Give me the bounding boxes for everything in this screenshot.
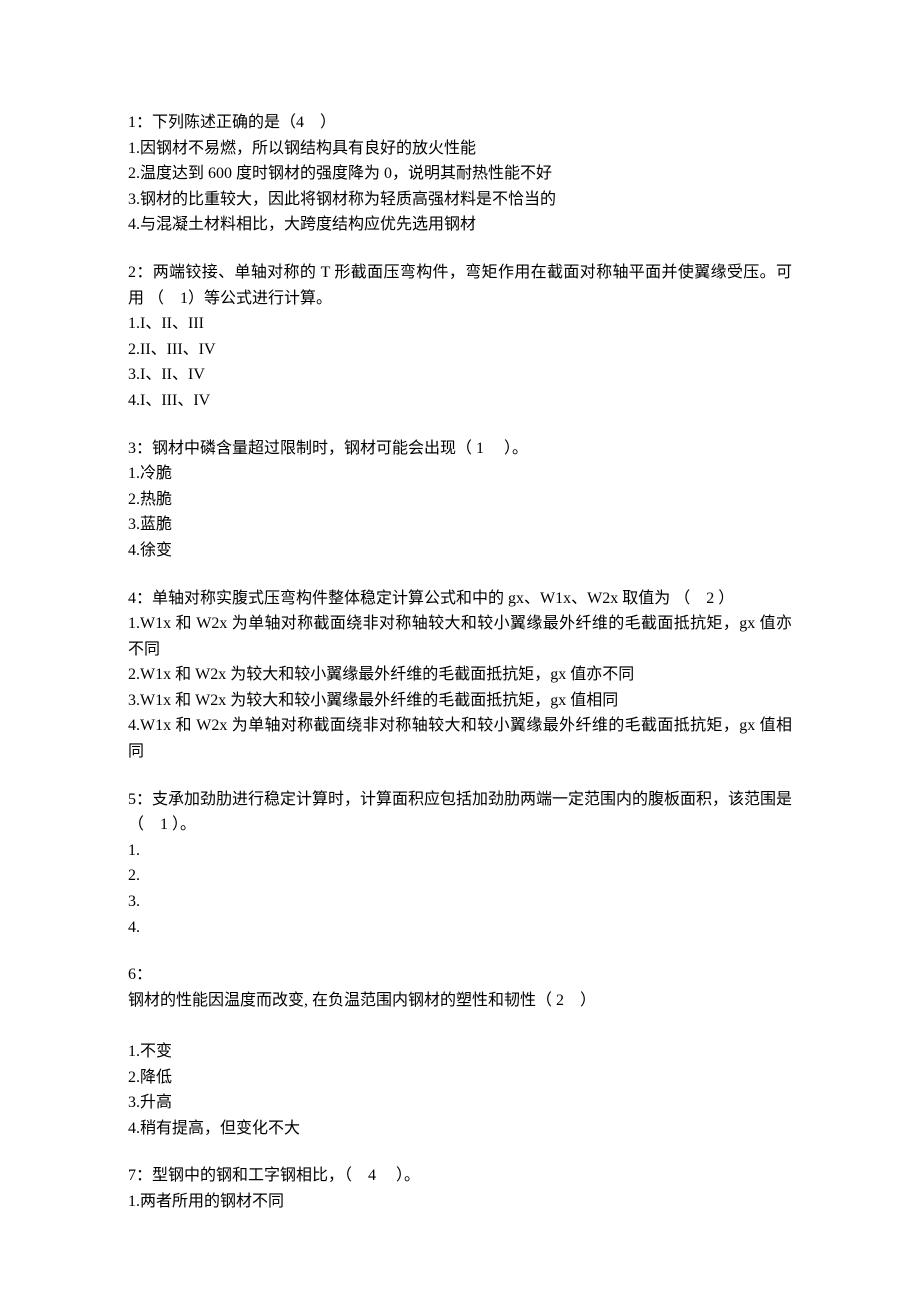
question-option: 4.与混凝土材料相比，大跨度结构应优先选用钢材 bbox=[128, 212, 792, 238]
question-option: 4.稍有提高，但变化不大 bbox=[128, 1116, 792, 1142]
question-option: 1. bbox=[128, 838, 792, 864]
question-stem: 4：单轴对称实腹式压弯构件整体稳定计算公式和中的 gx、W1x、W2x 取值为 … bbox=[128, 586, 792, 612]
question-stem: 6： bbox=[128, 962, 792, 988]
question-option: 3.I、II、IV bbox=[128, 362, 792, 388]
question-option: 4.徐变 bbox=[128, 538, 792, 564]
blank-line bbox=[128, 1013, 792, 1039]
question-block: 4：单轴对称实腹式压弯构件整体稳定计算公式和中的 gx、W1x、W2x 取值为 … bbox=[128, 586, 792, 765]
question-option: 2.II、III、IV bbox=[128, 337, 792, 363]
question-option: 2.降低 bbox=[128, 1065, 792, 1091]
question-option: 1.冷脆 bbox=[128, 461, 792, 487]
question-option: 1.不变 bbox=[128, 1039, 792, 1065]
document-page: 1：下列陈述正确的是（4 ）1.因钢材不易燃，所以钢结构具有良好的放火性能2.温… bbox=[0, 0, 920, 1302]
question-stem: 钢材的性能因温度而改变, 在负温范围内钢材的塑性和韧性（ 2 ） bbox=[128, 988, 792, 1014]
question-option: 2.热脆 bbox=[128, 487, 792, 513]
question-stem: 3：钢材中磷含量超过限制时，钢材可能会出现（ 1 ）。 bbox=[128, 436, 792, 462]
question-stem: 1：下列陈述正确的是（4 ） bbox=[128, 110, 792, 136]
question-option: 1.两者所用的钢材不同 bbox=[128, 1189, 792, 1215]
question-option: 1.因钢材不易燃，所以钢结构具有良好的放火性能 bbox=[128, 136, 792, 162]
question-option: 3.升高 bbox=[128, 1090, 792, 1116]
question-block: 6：钢材的性能因温度而改变, 在负温范围内钢材的塑性和韧性（ 2 ） 1.不变2… bbox=[128, 962, 792, 1141]
question-option: 1.I、II、III bbox=[128, 311, 792, 337]
question-option: 3.钢材的比重较大，因此将钢材称为轻质高强材料是不恰当的 bbox=[128, 187, 792, 213]
question-option: 3.蓝脆 bbox=[128, 512, 792, 538]
question-block: 1：下列陈述正确的是（4 ）1.因钢材不易燃，所以钢结构具有良好的放火性能2.温… bbox=[128, 110, 792, 238]
question-option: 3. bbox=[128, 889, 792, 915]
question-option: 3.W1x 和 W2x 为较大和较小翼缘最外纤维的毛截面抵抗矩，gx 值相同 bbox=[128, 688, 792, 714]
question-option: 2. bbox=[128, 863, 792, 889]
question-option: 2.W1x 和 W2x 为较大和较小翼缘最外纤维的毛截面抵抗矩，gx 值亦不同 bbox=[128, 662, 792, 688]
question-option: 4. bbox=[128, 915, 792, 941]
question-stem: 5：支承加劲肋进行稳定计算时，计算面积应包括加劲肋两端一定范围内的腹板面积，该范… bbox=[128, 787, 792, 838]
question-option: 2.温度达到 600 度时钢材的强度降为 0，说明其耐热性能不好 bbox=[128, 161, 792, 187]
question-block: 3：钢材中磷含量超过限制时，钢材可能会出现（ 1 ）。1.冷脆2.热脆3.蓝脆4… bbox=[128, 436, 792, 564]
question-block: 5：支承加劲肋进行稳定计算时，计算面积应包括加劲肋两端一定范围内的腹板面积，该范… bbox=[128, 787, 792, 941]
question-block: 2：两端铰接、单轴对称的 T 形截面压弯构件，弯矩作用在截面对称轴平面并使翼缘受… bbox=[128, 260, 792, 414]
question-stem: 7：型钢中的钢和工字钢相比，（ 4 ）。 bbox=[128, 1163, 792, 1189]
question-stem: 2：两端铰接、单轴对称的 T 形截面压弯构件，弯矩作用在截面对称轴平面并使翼缘受… bbox=[128, 260, 792, 311]
question-option: 4.I、III、IV bbox=[128, 388, 792, 414]
question-option: 1.W1x 和 W2x 为单轴对称截面绕非对称轴较大和较小翼缘最外纤维的毛截面抵… bbox=[128, 611, 792, 662]
question-block: 7：型钢中的钢和工字钢相比，（ 4 ）。1.两者所用的钢材不同 bbox=[128, 1163, 792, 1214]
question-option: 4.W1x 和 W2x 为单轴对称截面绕非对称轴较大和较小翼缘最外纤维的毛截面抵… bbox=[128, 713, 792, 764]
